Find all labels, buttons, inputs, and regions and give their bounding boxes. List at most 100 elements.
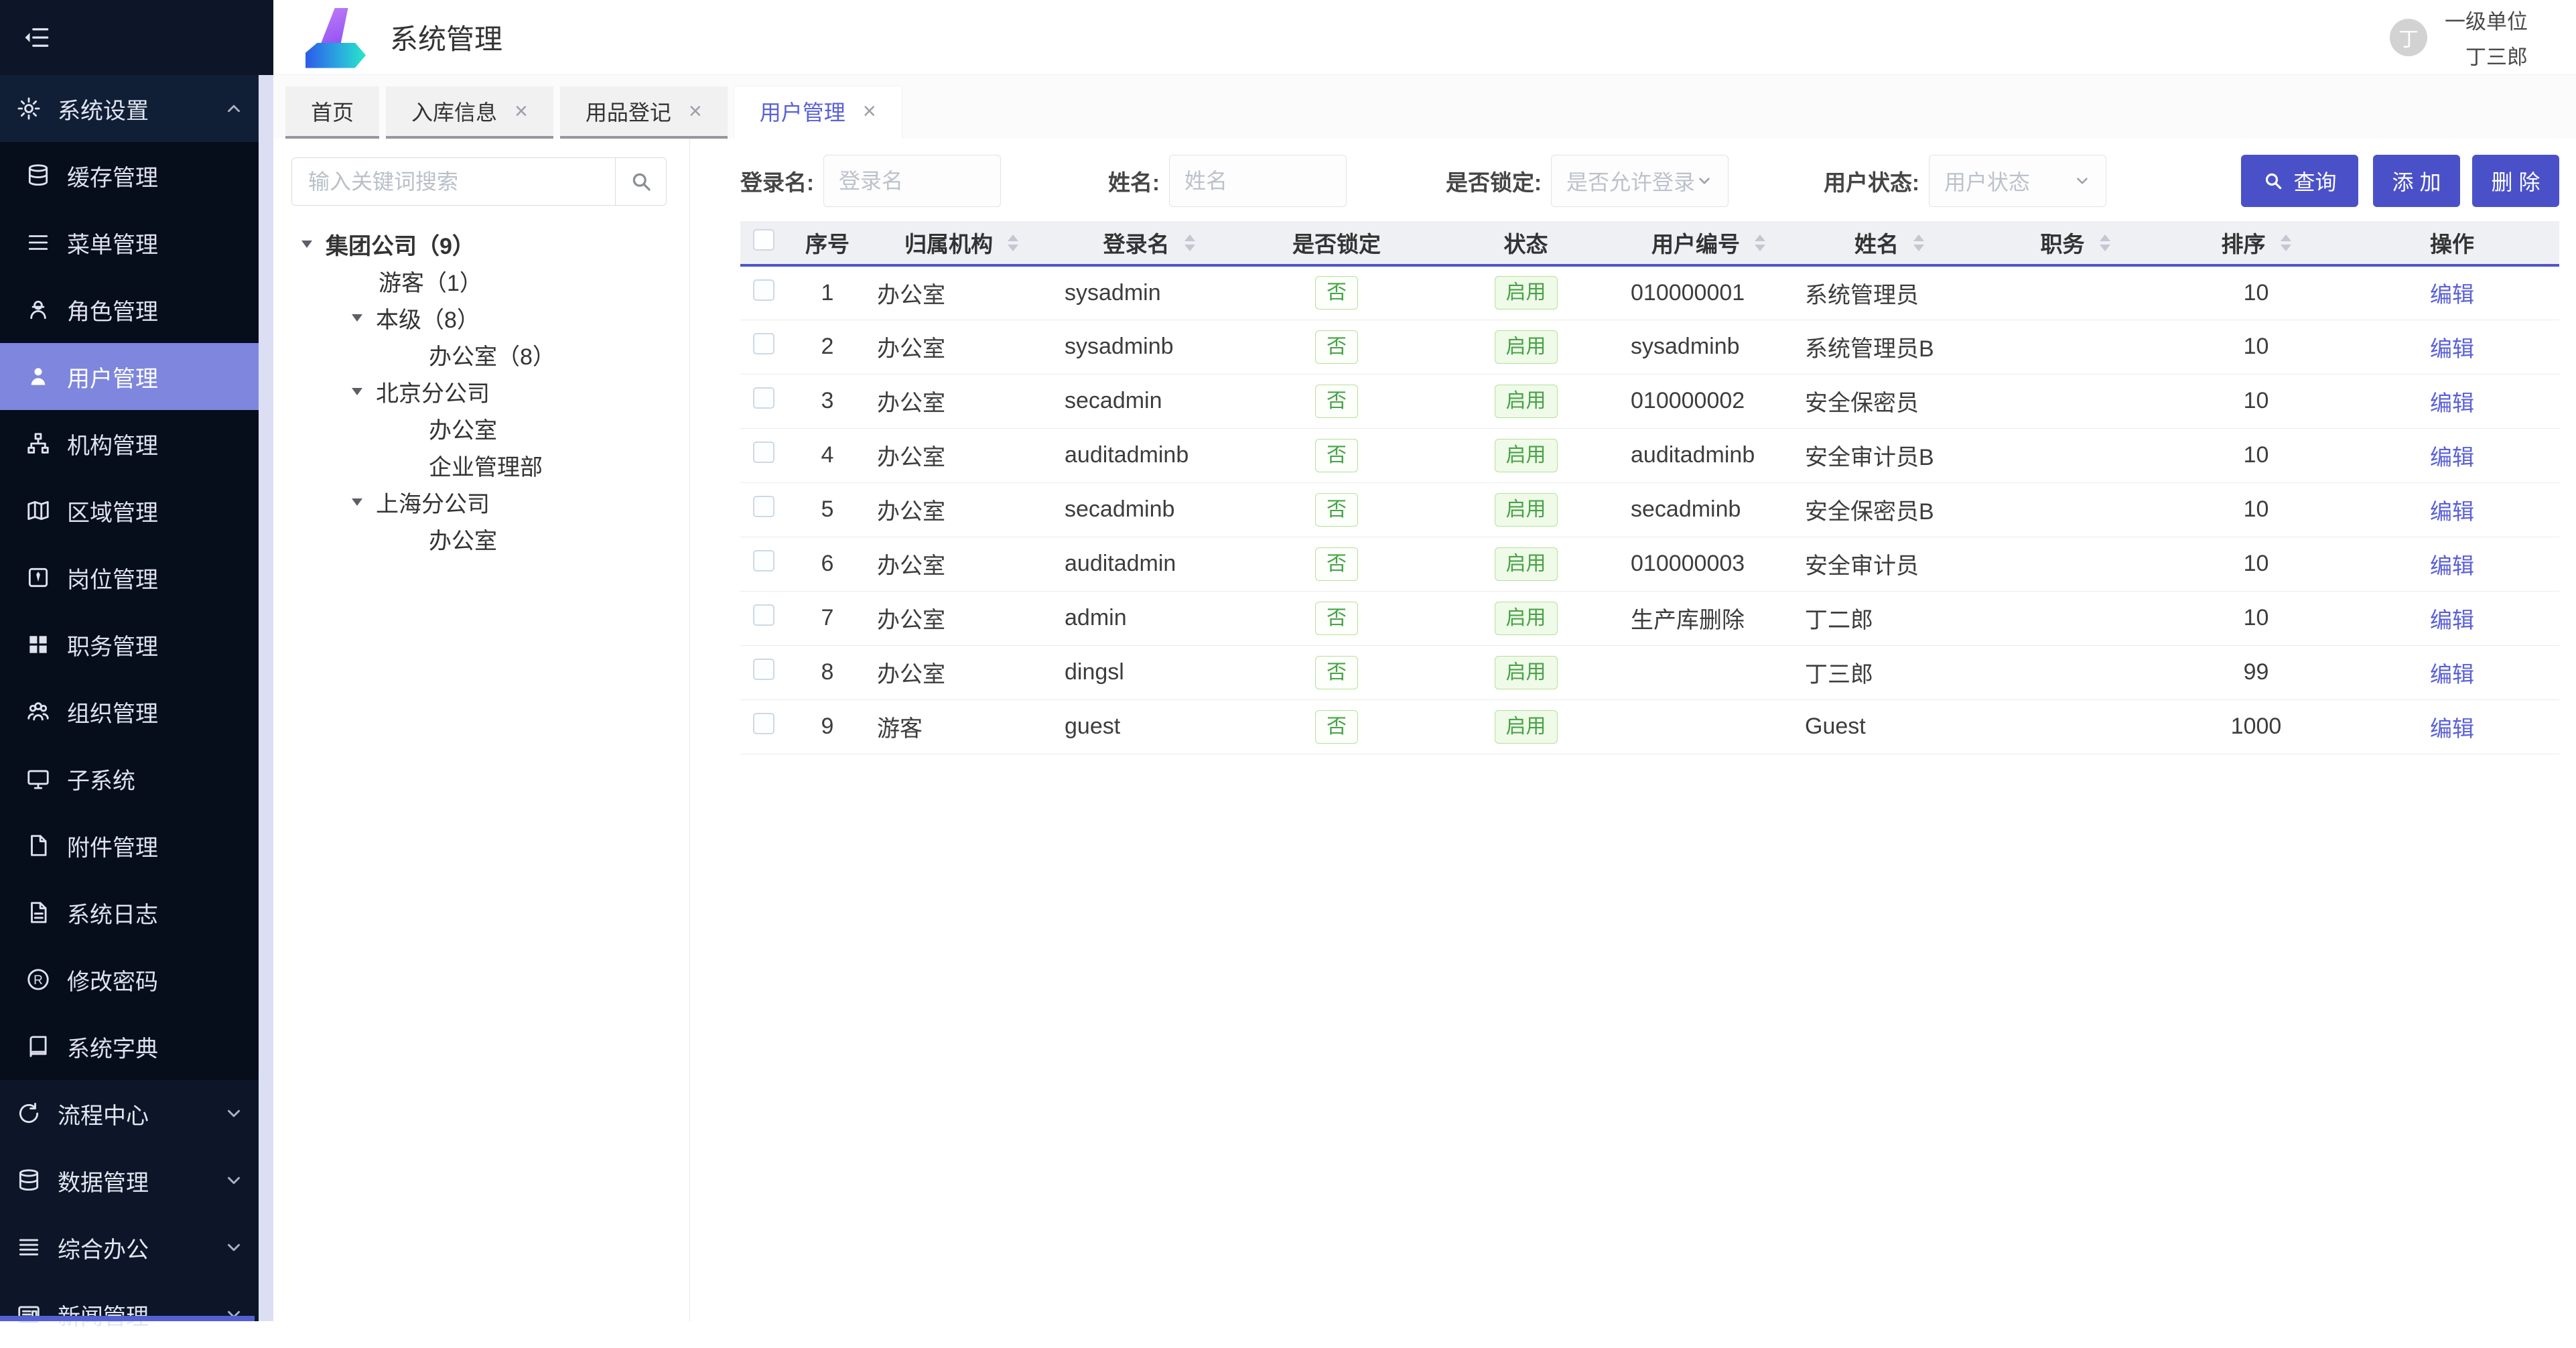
sort-control-icon[interactable] [1755, 234, 1765, 251]
tab-close-icon[interactable]: × [515, 100, 528, 123]
cell-action: 编辑 [2345, 265, 2559, 320]
edit-link[interactable]: 编辑 [2430, 553, 2474, 578]
edit-link[interactable]: 编辑 [2430, 282, 2474, 307]
tree-node[interactable]: 集团公司（9） [273, 226, 689, 263]
tree-search-button[interactable] [615, 158, 666, 205]
column-header-position[interactable]: 职务 [1983, 221, 2167, 265]
column-header-order[interactable]: 排序 [2167, 221, 2345, 265]
tree-node[interactable]: 办公室（8） [273, 336, 689, 373]
cell-seq: 4 [787, 428, 868, 482]
tab-close-icon[interactable]: × [689, 100, 702, 123]
select-all-checkbox[interactable] [753, 229, 774, 251]
sidebar-item-subsystem[interactable]: 子系统 [0, 745, 273, 812]
cell-name: 安全保密员B [1795, 482, 1983, 537]
sidebar-item-post[interactable]: 岗位管理 [0, 544, 273, 611]
chevron-down-icon [1696, 172, 1713, 190]
sidebar-section-process-center[interactable]: 流程中心 [0, 1080, 273, 1147]
sort-control-icon[interactable] [1184, 234, 1195, 251]
sidebar-item-duty[interactable]: 职务管理 [0, 611, 273, 678]
sort-control-icon[interactable] [2281, 234, 2291, 251]
tree-node[interactable]: 办公室 [273, 521, 689, 557]
sidebar-item-syslog[interactable]: 系统日志 [0, 879, 273, 946]
edit-link[interactable]: 编辑 [2430, 608, 2474, 632]
sidebar-item-dictionary[interactable]: 系统字典 [0, 1013, 273, 1080]
column-header-user-no[interactable]: 用户编号 [1621, 221, 1795, 265]
locked-filter-select[interactable]: 是否允许登录 [1551, 155, 1728, 207]
add-button[interactable]: 添 加 [2373, 155, 2460, 207]
sidebar-item-attachment[interactable]: 附件管理 [0, 812, 273, 879]
sidebar-vertical-scrollbar[interactable] [259, 75, 273, 1321]
sidebar-item-user-management[interactable]: 用户管理 [0, 343, 273, 410]
row-checkbox[interactable] [753, 387, 774, 409]
tree-node[interactable]: 企业管理部 [273, 447, 689, 484]
sidebar-item-cache[interactable]: 缓存管理 [0, 142, 273, 209]
row-checkbox[interactable] [753, 550, 774, 571]
cell-name: 丁三郎 [1795, 645, 1983, 699]
collapse-sidebar-icon[interactable] [23, 23, 51, 52]
sidebar-section-office[interactable]: 综合办公 [0, 1214, 273, 1281]
delete-button[interactable]: 删 除 [2472, 155, 2559, 207]
sidebar-item-organization[interactable]: 机构管理 [0, 410, 273, 477]
login-filter-input[interactable] [823, 155, 1001, 207]
sidebar-item-group[interactable]: 组织管理 [0, 678, 273, 745]
edit-link[interactable]: 编辑 [2430, 662, 2474, 687]
cell-status: 启用 [1430, 320, 1621, 374]
chevron-down-icon [224, 1237, 244, 1258]
tree-node[interactable]: 北京分公司 [273, 373, 689, 410]
cell-position [1983, 428, 2167, 482]
tree-search-input[interactable] [292, 158, 615, 205]
caret-down-icon[interactable] [352, 388, 362, 395]
status-filter-select[interactable]: 用户状态 [1929, 155, 2106, 207]
sidebar-item-role[interactable]: 角色管理 [0, 276, 273, 343]
avatar[interactable]: 丁 [2390, 19, 2427, 56]
tree-node[interactable]: 办公室 [273, 410, 689, 447]
caret-down-icon[interactable] [352, 314, 362, 322]
sidebar-section-data-management[interactable]: 数据管理 [0, 1147, 273, 1214]
sidebar-section-system-settings[interactable]: 系统设置 [0, 75, 273, 142]
tab-inbound-info[interactable]: 入库信息 × [386, 86, 553, 139]
tab-supplies-registration[interactable]: 用品登记 × [560, 86, 728, 139]
tab-user-management[interactable]: 用户管理 × [734, 86, 902, 139]
row-checkbox[interactable] [753, 659, 774, 680]
name-filter-input[interactable] [1169, 155, 1347, 207]
row-checkbox[interactable] [753, 604, 774, 626]
edit-link[interactable]: 编辑 [2430, 336, 2474, 361]
cell-order: 10 [2167, 428, 2345, 482]
sort-control-icon[interactable] [2100, 234, 2110, 251]
chevron-down-icon [224, 1170, 244, 1191]
recycle-icon [16, 1101, 42, 1126]
row-checkbox[interactable] [753, 713, 774, 734]
query-button[interactable]: 查询 [2241, 155, 2358, 207]
edit-link[interactable]: 编辑 [2430, 716, 2474, 741]
row-checkbox[interactable] [753, 442, 774, 463]
sidebar-section-news[interactable]: 新闻管理 [0, 1281, 273, 1348]
row-checkbox[interactable] [753, 333, 774, 354]
caret-down-icon[interactable] [352, 498, 362, 506]
tab-close-icon[interactable]: × [863, 100, 876, 123]
tree-node[interactable]: 游客（1） [273, 263, 689, 299]
caret-down-icon[interactable] [301, 241, 312, 248]
sort-control-icon[interactable] [1008, 234, 1018, 251]
row-checkbox[interactable] [753, 496, 774, 517]
cell-status: 启用 [1430, 537, 1621, 591]
edit-link[interactable]: 编辑 [2430, 499, 2474, 524]
tab-home[interactable]: 首页 [285, 86, 379, 139]
edit-link[interactable]: 编辑 [2430, 391, 2474, 415]
sidebar-item-menu[interactable]: 菜单管理 [0, 209, 273, 276]
table-row: 1 办公室 sysadmin 否 启用 010000001 系统管理员 10 编… [740, 265, 2559, 320]
column-header-name[interactable]: 姓名 [1795, 221, 1983, 265]
tree-node[interactable]: 本级（8） [273, 299, 689, 336]
sidebar-horizontal-scrollbar[interactable] [0, 1316, 255, 1321]
sort-control-icon[interactable] [1913, 234, 1924, 251]
column-header-login[interactable]: 登录名 [1055, 221, 1243, 265]
tree-node[interactable]: 上海分公司 [273, 484, 689, 521]
column-header-org[interactable]: 归属机构 [868, 221, 1055, 265]
sidebar-item-change-password[interactable]: R 修改密码 [0, 946, 273, 1013]
cell-org: 游客 [868, 699, 1055, 754]
row-checkbox[interactable] [753, 279, 774, 301]
cell-position [1983, 320, 2167, 374]
sidebar-item-region[interactable]: 区域管理 [0, 477, 273, 544]
cell-order: 10 [2167, 320, 2345, 374]
cell-user-no: sysadminb [1621, 320, 1795, 374]
edit-link[interactable]: 编辑 [2430, 445, 2474, 470]
